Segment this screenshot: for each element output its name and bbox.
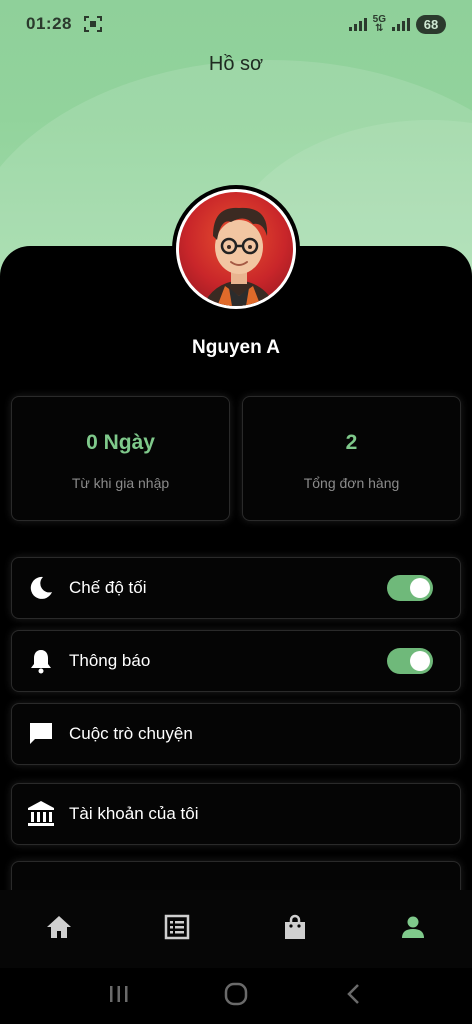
recent-apps-icon	[108, 984, 130, 1009]
status-time: 01:28	[26, 14, 72, 33]
shopping-bag-icon	[283, 914, 307, 945]
battery-indicator: 68	[416, 14, 446, 34]
bank-icon	[27, 800, 55, 828]
avatar-image	[176, 189, 296, 309]
menu-item-label: Chế độ tối	[69, 578, 147, 597]
screen-record-icon	[83, 16, 102, 32]
nav-profile[interactable]	[383, 899, 443, 959]
recent-apps-button[interactable]	[99, 976, 139, 1016]
network-label: 5G	[372, 14, 386, 25]
network-type: 5G ⇅	[372, 14, 386, 34]
nav-orders[interactable]	[147, 899, 207, 959]
menu-item-account[interactable]: Tài khoản của tôi	[11, 783, 461, 845]
stat-label: Từ khi gia nhập	[71, 475, 170, 491]
menu-item-chats[interactable]: Cuộc trò chuyện	[11, 703, 461, 765]
menu-item-label: Thông báo	[69, 651, 151, 670]
system-nav-bar	[0, 968, 472, 1024]
menu-item-notifications[interactable]: Thông báo	[11, 630, 461, 692]
toggle-knob	[410, 578, 430, 598]
stat-label: Tổng đơn hàng	[303, 475, 400, 491]
menu-item-label: Tài khoản của tôi	[69, 804, 199, 823]
stat-value: 2	[345, 431, 358, 454]
moon-icon	[27, 574, 55, 602]
nav-shop[interactable]	[265, 899, 325, 959]
stat-card-days: 0 Ngày Từ khi gia nhập	[11, 396, 230, 521]
menu-item-dark-mode[interactable]: Chế độ tối	[11, 557, 461, 619]
bell-icon	[27, 647, 55, 675]
status-bar: 01:28 5G ⇅ 68	[0, 0, 472, 48]
back-button[interactable]	[333, 976, 373, 1016]
avatar[interactable]	[172, 185, 300, 313]
signal-icon	[348, 17, 367, 31]
home-icon	[46, 915, 72, 944]
user-name: Nguyen A	[192, 337, 280, 358]
page-title: Hồ sơ	[208, 53, 264, 75]
dark-mode-toggle[interactable]	[387, 575, 433, 601]
home-circle-icon	[224, 982, 248, 1011]
list-icon	[164, 914, 190, 945]
nav-home[interactable]	[29, 899, 89, 959]
person-icon	[401, 915, 425, 944]
notifications-toggle[interactable]	[387, 648, 433, 674]
chat-icon	[27, 720, 55, 748]
back-chevron-icon	[345, 983, 361, 1010]
signal-icon	[392, 17, 410, 31]
stat-card-orders: 2 Tổng đơn hàng	[242, 396, 461, 521]
menu-item-label: Cuộc trò chuyện	[69, 724, 193, 743]
toggle-knob	[410, 651, 430, 671]
home-button[interactable]	[216, 976, 256, 1016]
bottom-nav	[0, 890, 472, 968]
stat-value: 0 Ngày	[86, 431, 155, 454]
